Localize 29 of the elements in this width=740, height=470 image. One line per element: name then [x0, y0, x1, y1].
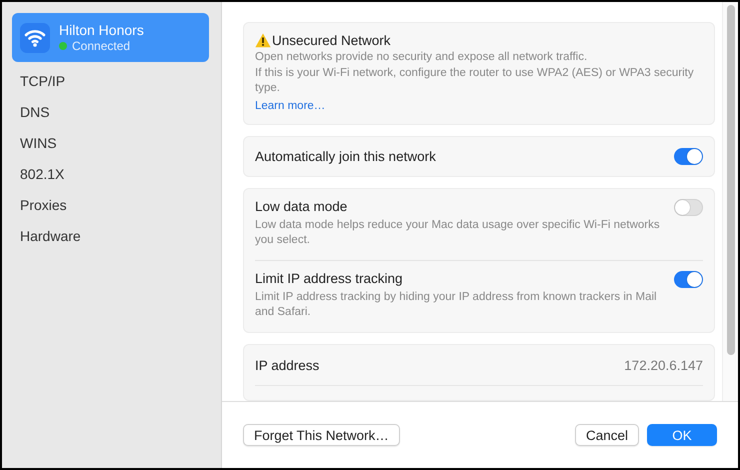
warning-text: If this is your Wi-Fi network, configure the router to use WPA2 (AES) or WPA3 security type.: [255, 66, 695, 96]
sidebar-item[interactable]: WINS: [12, 128, 209, 159]
status-dot: [59, 42, 67, 50]
warning-text: Open networks provide no security and expose all network traffic.: [255, 50, 588, 65]
setting-description: Low data mode helps reduce your Mac data usage over specific Wi-Fi networks you select.: [255, 218, 661, 248]
wifi-icon: [20, 22, 50, 52]
warning-title: Unsecured Network: [272, 33, 391, 48]
forget-network-button[interactable]: Forget This Network…: [243, 424, 400, 446]
sidebar-item[interactable]: Proxies: [12, 190, 209, 221]
network-name: Hilton Honors: [59, 22, 144, 38]
detail-value: 172.20.6.147: [624, 358, 703, 372]
detail-label: IP address: [255, 358, 320, 372]
sidebar-item[interactable]: Hardware: [12, 221, 209, 252]
sidebar-item[interactable]: DNS: [12, 97, 209, 128]
toggle-switch[interactable]: [674, 199, 703, 216]
connection-status: Connected: [72, 39, 130, 53]
learn-more-link[interactable]: Learn more…: [255, 100, 326, 112]
sidebar-item[interactable]: 802.1X: [12, 159, 209, 190]
setting-label: Limit IP address tracking: [255, 271, 404, 286]
toggle-switch[interactable]: [674, 271, 703, 288]
setting-label: Low data mode: [255, 199, 348, 214]
scrollbar[interactable]: [722, 2, 738, 401]
setting-description: Limit IP address tracking by hiding your IP address from known trackers in Mail and Safari.: [255, 290, 658, 320]
toggle-switch[interactable]: [674, 148, 703, 165]
cancel-button[interactable]: Cancel: [574, 424, 639, 446]
sidebar-item[interactable]: TCP/IP: [12, 66, 209, 97]
setting-label: Automatically join this network: [255, 149, 436, 164]
warning-icon: [255, 33, 271, 48]
ok-button[interactable]: OK: [647, 424, 717, 446]
